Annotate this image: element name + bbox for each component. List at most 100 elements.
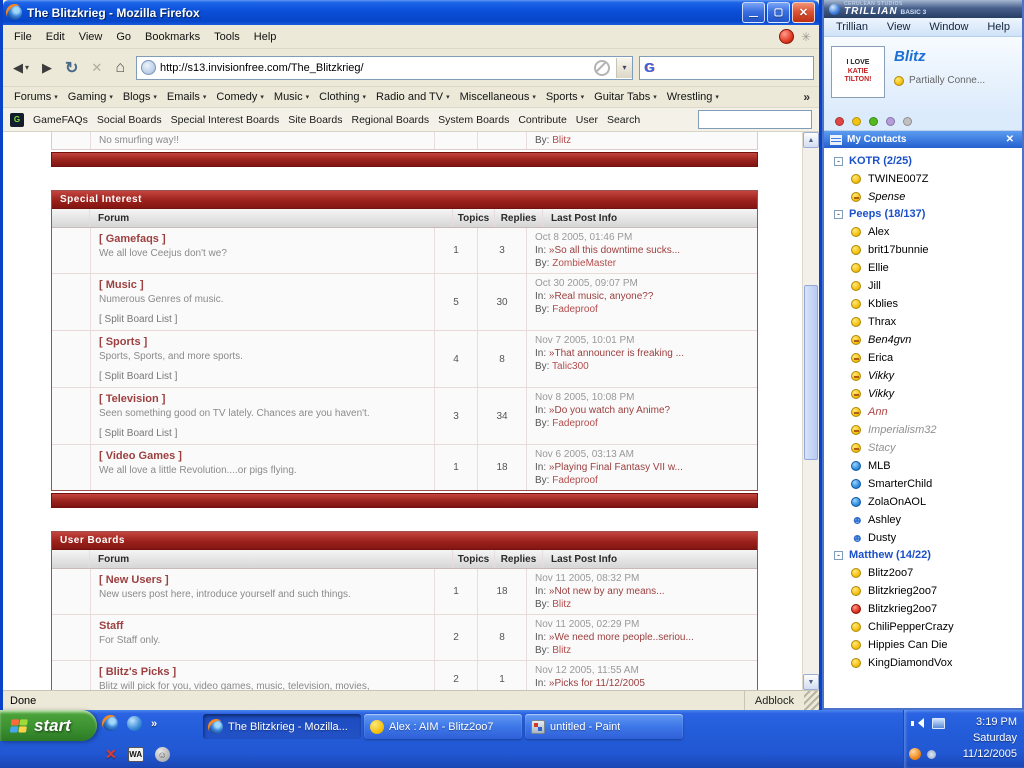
taskbar-button-untitled-paint[interactable]: untitled - Paint — [525, 714, 683, 739]
network-icon[interactable] — [932, 718, 945, 729]
quicklaunch-overflow-chevron[interactable]: » — [151, 718, 157, 730]
home-button[interactable] — [110, 54, 130, 82]
my-contacts-header[interactable]: My Contacts ✕ — [824, 131, 1022, 148]
forum-link[interactable]: [ Blitz's Picks ] — [99, 666, 426, 678]
split-board-list-link[interactable]: [ Split Board List ] — [99, 314, 426, 325]
avatar[interactable]: I LOVE KATIE TILTON! — [831, 46, 885, 98]
contact-row[interactable]: Ellie — [824, 259, 1022, 277]
last-post-topic-link[interactable]: »Real music, anyone?? — [549, 291, 654, 302]
split-board-list-link[interactable]: [ Split Board List ] — [99, 428, 426, 439]
contact-row[interactable]: Blitzkrieg2oo7 — [824, 582, 1022, 600]
forum-link[interactable]: [ Music ] — [99, 279, 426, 291]
quicklaunch-browser-icon[interactable] — [127, 716, 142, 731]
adblock-status-icon[interactable] — [594, 60, 610, 76]
contact-row[interactable]: Alex — [824, 223, 1022, 241]
scroll-down-button[interactable] — [803, 674, 819, 690]
last-post-user-link[interactable]: Fadeproof — [552, 418, 598, 429]
contact-row[interactable]: Kblies — [824, 295, 1022, 313]
scrollbar-track[interactable] — [803, 148, 819, 674]
quicklaunch-firefox-icon[interactable] — [103, 716, 118, 731]
bookmark-wrestling[interactable]: Wrestling▾ — [662, 90, 724, 104]
contact-row[interactable]: Blitzkrieg2oo7 — [824, 600, 1022, 618]
menu-view[interactable]: View — [72, 29, 110, 45]
last-post-topic-link[interactable]: »Not new by any means... — [549, 586, 665, 597]
last-post-topic-link[interactable]: »Do you watch any Anime? — [549, 405, 670, 416]
quicklaunch-messenger-icon[interactable]: ☺ — [155, 747, 170, 762]
search-input[interactable] — [658, 61, 809, 75]
sitenav-social-boards[interactable]: Social Boards — [97, 114, 162, 126]
last-post-user-link[interactable]: Fadeproof — [552, 304, 598, 315]
forum-link[interactable]: [ Television ] — [99, 393, 426, 405]
contact-row[interactable]: Erica — [824, 349, 1022, 367]
contact-row[interactable]: brit17bunnie — [824, 241, 1022, 259]
contact-row[interactable]: Thrax — [824, 313, 1022, 331]
sitenav-user[interactable]: User — [576, 114, 598, 126]
contact-row[interactable]: TWINE007Z — [824, 170, 1022, 188]
contact-row[interactable]: Ann — [824, 403, 1022, 421]
last-post-topic-link[interactable]: »Picks for 11/12/2005 — [549, 678, 645, 689]
contact-row[interactable]: ☻Dusty — [824, 529, 1022, 547]
bookmark-sports[interactable]: Sports▾ — [541, 90, 589, 104]
sitenav-contribute[interactable]: Contribute — [518, 114, 566, 126]
menu-bookmarks[interactable]: Bookmarks — [138, 29, 207, 45]
protocol-dot-4[interactable] — [903, 117, 912, 126]
taskbar-button-the-blitzkrieg-mozilla[interactable]: The Blitzkrieg - Mozilla... — [203, 714, 361, 739]
trillian-menu-view[interactable]: View — [887, 21, 911, 33]
group-collapse-toggle[interactable]: - — [834, 551, 843, 560]
contact-row[interactable]: Spense — [824, 188, 1022, 206]
forum-link[interactable]: Staff — [99, 620, 426, 632]
forum-link[interactable]: [ Video Games ] — [99, 450, 426, 462]
trillian-menu-window[interactable]: Window — [929, 21, 968, 33]
last-post-user-link[interactable]: ZombieMaster — [552, 258, 616, 269]
tray-update-icon[interactable] — [909, 748, 921, 760]
identity-status[interactable]: Partially Conne... — [909, 75, 985, 86]
menu-go[interactable]: Go — [109, 29, 138, 45]
menu-tools[interactable]: Tools — [207, 29, 247, 45]
scroll-up-button[interactable] — [803, 132, 819, 148]
contact-row[interactable]: Vikky — [824, 367, 1022, 385]
group-label[interactable]: Matthew (14/22) — [849, 549, 931, 561]
trillian-menu-trillian[interactable]: Trillian — [836, 21, 868, 33]
adblock-status[interactable]: Adblock — [744, 691, 804, 710]
contact-row[interactable]: SmarterChild — [824, 475, 1022, 493]
contact-row[interactable]: Imperialism32 — [824, 421, 1022, 439]
protocol-dot-0[interactable] — [835, 117, 844, 126]
contact-row[interactable]: Ben4gvn — [824, 331, 1022, 349]
forum-link[interactable]: [ Sports ] — [99, 336, 426, 348]
contact-row[interactable]: KingDiamondVox — [824, 654, 1022, 672]
bookmark-gaming[interactable]: Gaming▾ — [63, 90, 118, 104]
menu-edit[interactable]: Edit — [39, 29, 72, 45]
last-post-topic-link[interactable]: »So all this downtime sucks... — [549, 245, 680, 256]
sitenav-site-boards[interactable]: Site Boards — [288, 114, 342, 126]
firefox-titlebar[interactable]: The Blitzkrieg - Mozilla Firefox — [3, 0, 819, 25]
sitenav-search[interactable]: Search — [607, 114, 640, 126]
bookmark-radio-and-tv[interactable]: Radio and TV▾ — [371, 90, 455, 104]
site-search-input[interactable] — [698, 110, 812, 129]
trillian-titlebar[interactable]: CERULEAN STUDIOS TRILLIAN BASIC 3 — [824, 0, 1022, 18]
sitenav-system-boards[interactable]: System Boards — [438, 114, 509, 126]
last-post-user-link[interactable]: Fadeproof — [552, 475, 598, 486]
menu-file[interactable]: File — [7, 29, 39, 45]
resize-grip[interactable] — [804, 691, 819, 710]
back-button[interactable] — [8, 54, 34, 82]
identity-name[interactable]: Blitz — [894, 48, 985, 65]
group-label[interactable]: Peeps (18/137) — [849, 208, 925, 220]
google-icon[interactable]: G — [644, 60, 654, 75]
bookmark-blogs[interactable]: Blogs▾ — [118, 90, 162, 104]
bookmark-forums[interactable]: Forums▾ — [9, 90, 63, 104]
bookmark-guitar-tabs[interactable]: Guitar Tabs▾ — [589, 90, 662, 104]
stop-button[interactable] — [86, 54, 107, 82]
tray-misc-icon[interactable] — [927, 750, 936, 759]
contact-row[interactable]: Stacy — [824, 439, 1022, 457]
update-notification-icon[interactable] — [779, 29, 794, 44]
url-dropdown-button[interactable] — [616, 58, 632, 78]
sitenav-special-interest-boards[interactable]: Special Interest Boards — [171, 114, 280, 126]
contact-row[interactable]: Blitz2oo7 — [824, 564, 1022, 582]
sitenav-regional-boards[interactable]: Regional Boards — [352, 114, 430, 126]
scrollbar-thumb[interactable] — [804, 285, 818, 461]
last-post-user-link[interactable]: Blitz — [552, 645, 571, 656]
group-collapse-toggle[interactable]: - — [834, 210, 843, 219]
bookmark-emails[interactable]: Emails▾ — [162, 90, 212, 104]
split-board-list-link[interactable]: [ Split Board List ] — [99, 371, 426, 382]
bookmark-miscellaneous[interactable]: Miscellaneous▾ — [455, 90, 541, 104]
